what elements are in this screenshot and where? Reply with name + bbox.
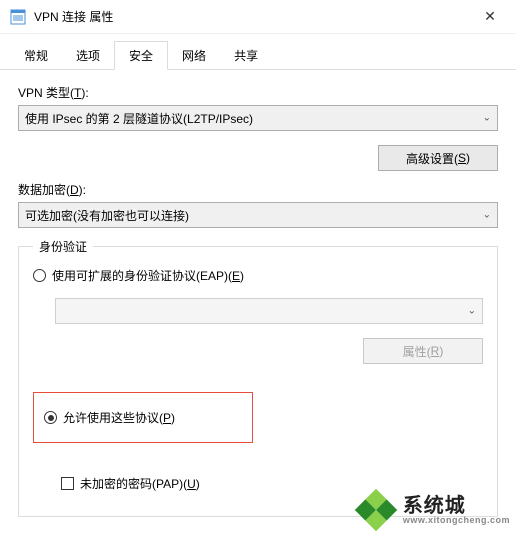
auth-group: 身份验证 使用可扩展的身份验证协议(EAP)(E) ⌄ 属性(R) xyxy=(18,246,498,517)
pap-checkbox-row[interactable]: 未加密的密码(PAP)(U) xyxy=(61,475,483,492)
security-panel: VPN 类型(T): 使用 IPsec 的第 2 层隧道协议(L2TP/IPse… xyxy=(0,70,516,517)
encryption-select[interactable]: 可选加密(没有加密也可以连接) ⌄ xyxy=(18,202,498,228)
vpn-type-value: 使用 IPsec 的第 2 层隧道协议(L2TP/IPsec) xyxy=(25,110,253,127)
tab-general[interactable]: 常规 xyxy=(10,42,62,69)
tab-options[interactable]: 选项 xyxy=(62,42,114,69)
chevron-down-icon: ⌄ xyxy=(468,306,476,317)
eap-method-select: ⌄ xyxy=(55,298,483,324)
window-title: VPN 连接 属性 xyxy=(34,8,468,25)
encryption-label: 数据加密(D): xyxy=(18,181,498,198)
eap-radio-row[interactable]: 使用可扩展的身份验证协议(EAP)(E) xyxy=(33,267,483,284)
vpn-type-select[interactable]: 使用 IPsec 的第 2 层隧道协议(L2TP/IPsec) ⌄ xyxy=(18,105,498,131)
vpn-type-label: VPN 类型(T): xyxy=(18,84,498,101)
pap-checkbox[interactable] xyxy=(61,477,74,490)
titlebar: VPN 连接 属性 ✕ xyxy=(0,0,516,34)
pap-label: 未加密的密码(PAP)(U) xyxy=(80,475,200,492)
tab-security[interactable]: 安全 xyxy=(114,41,168,70)
encryption-value: 可选加密(没有加密也可以连接) xyxy=(25,207,189,224)
tab-bar: 常规 选项 安全 网络 共享 xyxy=(0,40,516,70)
chevron-down-icon: ⌄ xyxy=(483,210,491,221)
highlight-box: 允许使用这些协议(P) xyxy=(33,392,253,443)
tab-sharing[interactable]: 共享 xyxy=(220,42,272,69)
allow-protocols-label: 允许使用这些协议(P) xyxy=(63,409,175,426)
app-icon xyxy=(10,9,26,25)
auth-legend: 身份验证 xyxy=(33,238,93,255)
chevron-down-icon: ⌄ xyxy=(483,113,491,124)
close-button[interactable]: ✕ xyxy=(468,2,512,32)
eap-radio[interactable] xyxy=(33,269,46,282)
advanced-settings-button[interactable]: 高级设置(S) xyxy=(378,145,498,171)
allow-protocols-radio[interactable] xyxy=(44,411,57,424)
allow-protocols-radio-row[interactable]: 允许使用这些协议(P) xyxy=(44,409,242,426)
eap-properties-button: 属性(R) xyxy=(363,338,483,364)
properties-window: VPN 连接 属性 ✕ 常规 选项 安全 网络 共享 VPN 类型(T): 使用… xyxy=(0,0,516,543)
eap-label: 使用可扩展的身份验证协议(EAP)(E) xyxy=(52,267,244,284)
tab-network[interactable]: 网络 xyxy=(168,42,220,69)
